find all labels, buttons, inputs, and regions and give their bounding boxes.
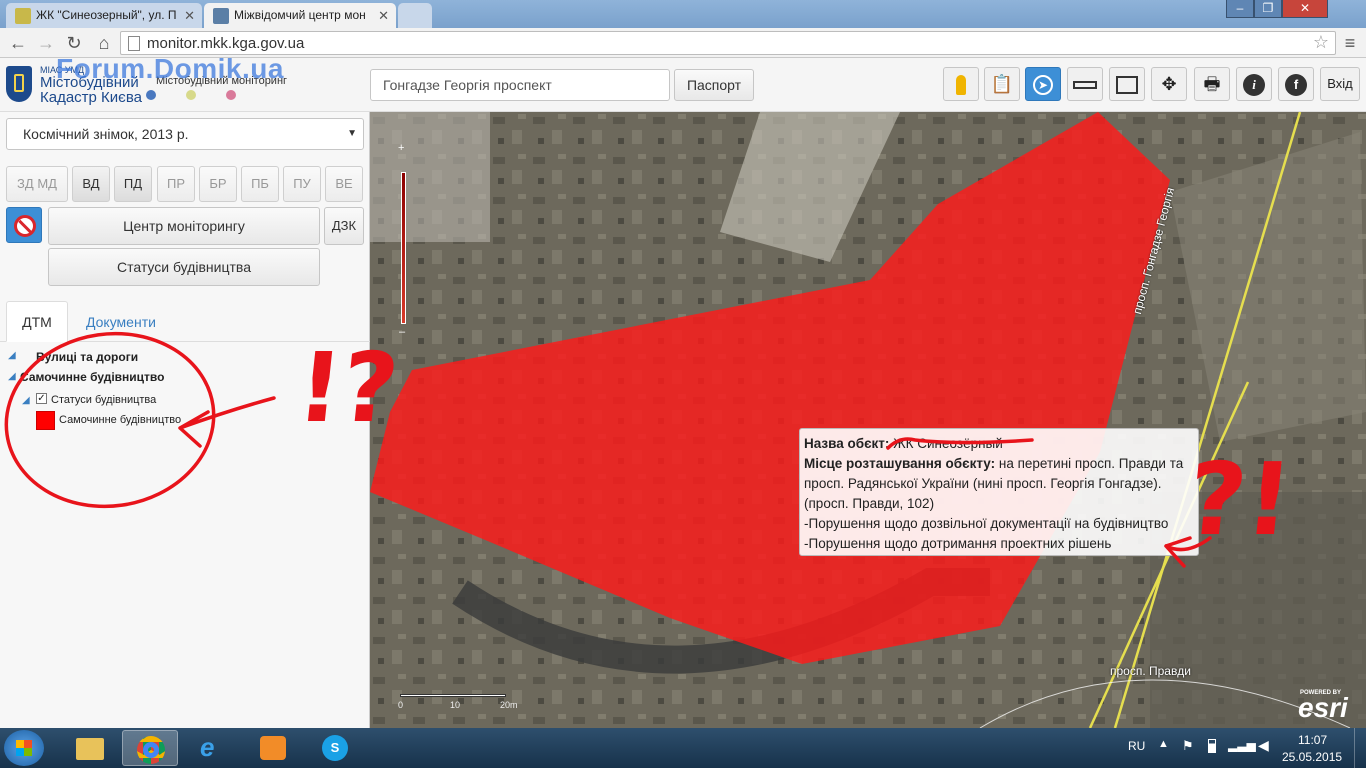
folder-icon: [76, 738, 104, 760]
windows-logo-icon: [16, 740, 32, 756]
skype-taskbar-button[interactable]: S: [308, 730, 364, 766]
volume-icon[interactable]: ◀: [1258, 737, 1269, 754]
ie-taskbar-button[interactable]: e: [184, 730, 240, 766]
skype-icon: S: [322, 735, 348, 761]
explorer-taskbar-button[interactable]: [62, 730, 118, 766]
windows-taskbar: e S RU ▲ ⚑ ▂▃▅ ◀ 11:07 25.05.2015: [0, 728, 1366, 768]
media-taskbar-button[interactable]: [246, 730, 302, 766]
arrow-annotation-left: [178, 396, 276, 448]
language-indicator[interactable]: RU: [1128, 739, 1145, 753]
internet-explorer-icon: e: [200, 732, 215, 762]
annotation-text-right: ?!: [1181, 441, 1298, 558]
flag-icon[interactable]: ⚑: [1182, 738, 1194, 754]
chrome-icon: [137, 736, 165, 764]
annotation-text-left: !?: [292, 332, 404, 444]
hand-drawn-annotations: [4, 331, 1212, 568]
clock-date[interactable]: 25.05.2015: [1282, 750, 1342, 764]
start-button[interactable]: [4, 730, 44, 766]
underline-annotation: [886, 437, 1034, 450]
battery-icon[interactable]: [1208, 739, 1216, 753]
tray-expand-icon[interactable]: ▲: [1158, 738, 1169, 750]
clock-time[interactable]: 11:07: [1298, 733, 1327, 747]
media-player-icon: [260, 736, 286, 760]
chrome-taskbar-button[interactable]: [122, 730, 178, 766]
show-desktop-button[interactable]: [1354, 728, 1366, 768]
signal-icon[interactable]: ▂▃▅: [1228, 738, 1256, 752]
